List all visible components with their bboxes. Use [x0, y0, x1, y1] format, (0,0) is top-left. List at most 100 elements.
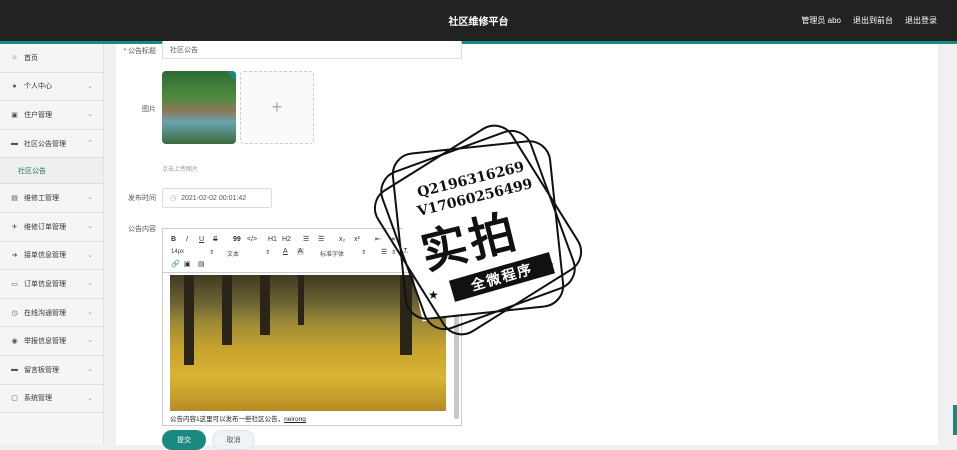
sidebar-item-system[interactable]: ▢ 系统管理 ⌄ — [0, 385, 103, 414]
background-color-button[interactable]: A — [297, 248, 304, 255]
clock-icon: ◷ — [170, 195, 177, 202]
star-icon: ★ — [544, 258, 555, 272]
chevron-down-icon: ⌄ — [87, 280, 93, 288]
upload-button[interactable]: + — [240, 71, 314, 144]
chat-icon: ◷ — [11, 309, 18, 317]
chevron-up-icon: ⌃ — [87, 139, 93, 147]
home-icon: ⌂ — [12, 54, 17, 62]
editor-text-underlined: neirong — [284, 416, 306, 423]
h1-button[interactable]: H1 — [268, 236, 277, 243]
size-select[interactable]: 14px — [171, 249, 184, 255]
info-icon: ▭ — [11, 280, 18, 288]
system-icon: ▢ — [11, 395, 18, 403]
sidebar-item-notices[interactable]: ▬ 社区公告管理 ⌃ — [0, 130, 103, 159]
publish-time-value: 2021-02-02 00:01:42 — [181, 194, 247, 202]
size-select-chevron-icon: ⇕ — [209, 250, 215, 256]
sidebar-item-label: 社区公告管理 — [24, 140, 66, 148]
subscript-button[interactable]: x₂ — [339, 236, 345, 243]
sidebar-item-accept-info[interactable]: ➜ 接单信息管理 ⌄ — [0, 242, 103, 271]
side-accent — [953, 405, 957, 435]
accept-icon: ➜ — [11, 252, 18, 260]
sidebar-item-label: 个人中心 — [24, 83, 52, 91]
image-tree — [184, 275, 194, 365]
chevron-down-icon: ⌄ — [87, 82, 93, 90]
sidebar-item-label: 在线沟通管理 — [24, 309, 66, 317]
sidebar-item-reports[interactable]: ◉ 举报信息管理 ⌄ — [0, 327, 103, 356]
strike-button[interactable]: S — [213, 236, 218, 243]
header-select[interactable]: 文本 — [227, 249, 239, 258]
sidebar-item-residents[interactable]: ▣ 住户管理 ⌄ — [0, 101, 103, 130]
submit-button[interactable]: 提交 — [162, 430, 206, 450]
chevron-down-icon: ⌄ — [87, 394, 93, 402]
user-label: 管理员 abo — [801, 16, 841, 25]
publish-time-input[interactable]: ◷ 2021-02-02 00:01:42 — [162, 188, 272, 208]
page-scroll-gutter — [938, 44, 957, 445]
video-icon[interactable]: ▤ — [198, 260, 205, 268]
sidebar-item-label: 住户管理 — [24, 111, 52, 119]
sidebar: ⌂ 首页 ● 个人中心 ⌄ ▣ 住户管理 ⌄ ▬ 社区公告管理 ⌃ 社区公告 ▤… — [0, 44, 104, 445]
chevron-down-icon: ⌄ — [87, 111, 93, 119]
link-icon[interactable]: 🔗 — [171, 260, 180, 268]
sidebar-item-label: 首页 — [24, 54, 38, 62]
sidebar-subitem-notice[interactable]: 社区公告 — [0, 158, 103, 185]
watermark-stamp: Q2196316269 V17060256499 实拍 全微程序 ★ ★ — [365, 116, 591, 344]
sidebar-item-repair-orders[interactable]: ✈ 维修订单管理 ⌄ — [0, 213, 103, 242]
star-icon: ★ — [428, 288, 439, 302]
sidebar-item-messages[interactable]: ▬ 留言板管理 ⌄ — [0, 356, 103, 385]
image-tree — [298, 275, 304, 325]
title-label: * 公告标题 — [123, 48, 156, 55]
image-label: 图片 — [142, 106, 156, 113]
sidebar-item-label: 留言板管理 — [24, 366, 59, 374]
superscript-button[interactable]: x² — [354, 236, 360, 243]
underline-button[interactable]: U — [199, 236, 204, 243]
chevron-down-icon: ⌄ — [87, 337, 93, 345]
order-icon: ✈ — [11, 223, 18, 231]
sidebar-item-label: 举报信息管理 — [24, 338, 66, 346]
sidebar-subitem-label: 社区公告 — [18, 167, 46, 175]
sidebar-item-label: 维修工管理 — [24, 195, 59, 203]
editor-text[interactable]: 公告内容1这里可以发布一些社区公告，neirong — [170, 413, 306, 423]
sidebar-item-workers[interactable]: ▤ 维修工管理 ⌄ — [0, 184, 103, 213]
content-label: 公告内容 — [128, 226, 156, 233]
image-icon[interactable]: ▣ — [184, 260, 191, 268]
h2-button[interactable]: H2 — [282, 236, 291, 243]
report-icon: ◉ — [11, 338, 18, 346]
sidebar-item-chat[interactable]: ◷ 在线沟通管理 ⌄ — [0, 299, 103, 328]
residents-icon: ▣ — [11, 111, 18, 119]
title-input[interactable]: 社区公告 — [162, 41, 462, 59]
chevron-down-icon: ⌄ — [87, 251, 93, 259]
worker-icon: ▤ — [11, 195, 18, 203]
quote-button[interactable]: 99 — [233, 236, 241, 243]
sidebar-item-label: 订单信息管理 — [24, 280, 66, 288]
cancel-button[interactable]: 取消 — [212, 430, 255, 450]
chevron-down-icon: ⌄ — [87, 308, 93, 316]
top-bar: 社区维修平台 管理员 abo 退出到前台 退出登录 — [0, 0, 957, 41]
sidebar-item-label: 系统管理 — [24, 395, 52, 403]
ordered-list-icon[interactable]: ☰ — [303, 235, 309, 243]
publish-time-label: 发布时间 — [128, 195, 156, 202]
header-select-chevron-icon: ⇕ — [265, 250, 271, 256]
bullet-list-icon[interactable]: ☰ — [318, 235, 324, 243]
logout-link[interactable]: 退出登录 — [905, 15, 937, 26]
sidebar-item-home[interactable]: ⌂ 首页 — [0, 44, 103, 73]
user-icon: ● — [12, 82, 17, 90]
code-button[interactable]: </> — [247, 236, 257, 243]
sidebar-item-label: 维修订单管理 — [24, 223, 66, 231]
sidebar-item-label: 接单信息管理 — [24, 252, 66, 260]
image-tree — [260, 275, 270, 335]
editor-text-body: 公告内容1这里可以发布一些社区公告， — [170, 416, 285, 423]
font-select-chevron-icon: ⇕ — [361, 250, 367, 256]
font-color-button[interactable]: A — [283, 248, 288, 255]
chevron-down-icon: ⌄ — [87, 194, 93, 202]
font-select[interactable]: 标准字体 — [320, 249, 344, 258]
sidebar-item-profile[interactable]: ● 个人中心 ⌄ — [0, 73, 103, 102]
sidebar-item-order-info[interactable]: ▭ 订单信息管理 ⌄ — [0, 270, 103, 299]
back-to-front-link[interactable]: 退出到前台 — [853, 15, 893, 26]
plus-icon: + — [271, 97, 283, 117]
italic-button[interactable]: I — [186, 236, 188, 243]
uploaded-photo[interactable] — [162, 71, 236, 144]
message-icon: ▬ — [11, 366, 18, 374]
bold-button[interactable]: B — [171, 236, 176, 243]
upload-hint: 点击上传图片 — [162, 167, 199, 173]
chevron-down-icon: ⌄ — [87, 365, 93, 373]
